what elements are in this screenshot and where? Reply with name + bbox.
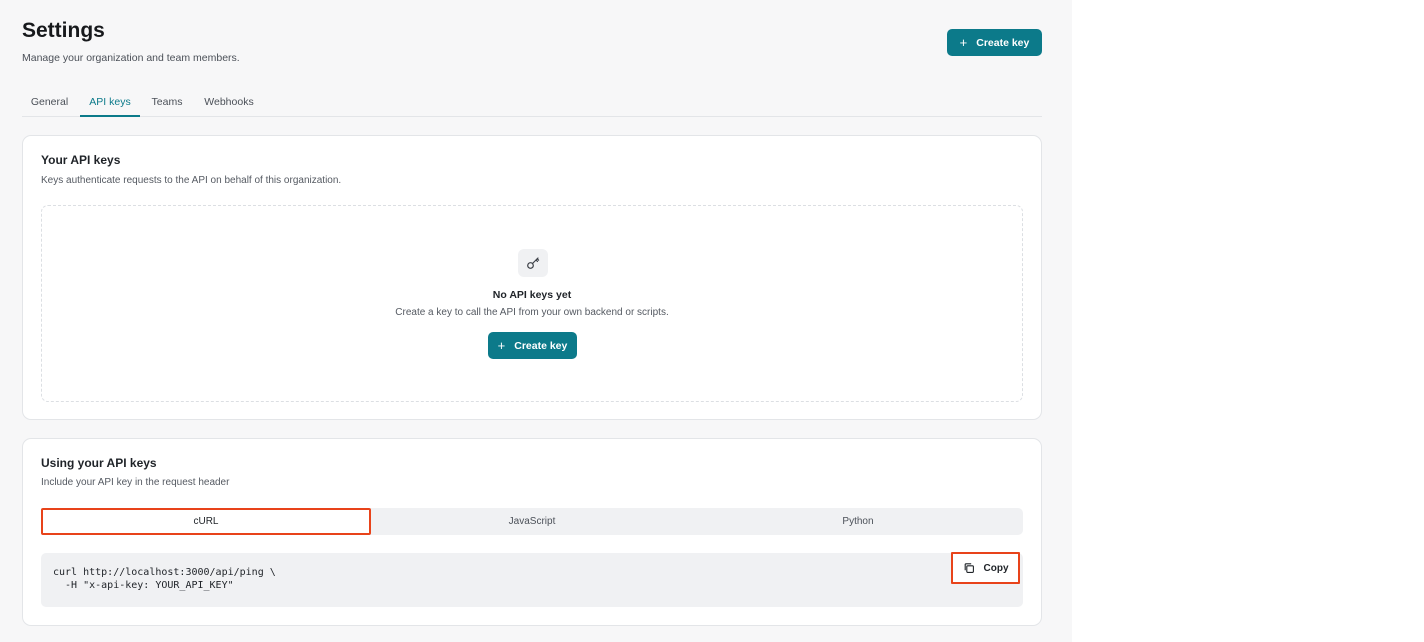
empty-state-title: No API keys yet <box>492 289 572 301</box>
empty-state-create-key-label: Create key <box>514 339 568 352</box>
tab-javascript[interactable]: JavaScript <box>372 508 692 535</box>
create-key-label: Create key <box>976 36 1030 49</box>
create-key-button[interactable]: + Create key <box>947 29 1042 56</box>
settings-tabs: General API keys Teams Webhooks <box>22 90 1042 117</box>
usage-card-title: Using your API keys <box>41 456 157 470</box>
empty-state-description: Create a key to call the API from your o… <box>395 307 669 318</box>
empty-state-create-key-button[interactable]: + Create key <box>488 332 577 359</box>
tab-python[interactable]: Python <box>698 508 1018 535</box>
usage-card: Using your API keys Include your API key… <box>22 438 1042 626</box>
code-snippet: curl http://localhost:3000/api/ping \ -H… <box>41 552 1023 607</box>
plus-icon: + <box>497 338 506 353</box>
code-text: curl http://localhost:3000/api/ping \ -H… <box>53 567 276 591</box>
tab-teams[interactable]: Teams <box>144 90 190 117</box>
api-keys-card: Your API keys Keys authenticate requests… <box>22 135 1042 420</box>
key-icon <box>518 249 548 277</box>
tab-curl[interactable]: cURL <box>41 508 371 535</box>
api-keys-card-title: Your API keys <box>41 153 121 167</box>
settings-page: Settings Manage your organization and te… <box>0 0 1072 642</box>
tab-webhooks[interactable]: Webhooks <box>196 90 262 117</box>
tab-api-keys[interactable]: API keys <box>80 90 140 117</box>
language-tabs: cURL JavaScript Python <box>41 508 1023 535</box>
api-keys-card-description: Keys authenticate requests to the API on… <box>41 175 342 186</box>
page-subtitle: Manage your organization and team member… <box>22 52 240 64</box>
usage-card-description: Include your API key in the request head… <box>41 477 230 488</box>
empty-state: No API keys yet Create a key to call the… <box>41 205 1023 402</box>
copy-icon <box>963 562 975 574</box>
copy-button[interactable]: Copy <box>951 552 1020 584</box>
page-title: Settings <box>22 19 105 42</box>
tab-general[interactable]: General <box>22 90 77 117</box>
copy-label: Copy <box>983 562 1009 574</box>
plus-icon: + <box>959 35 968 50</box>
